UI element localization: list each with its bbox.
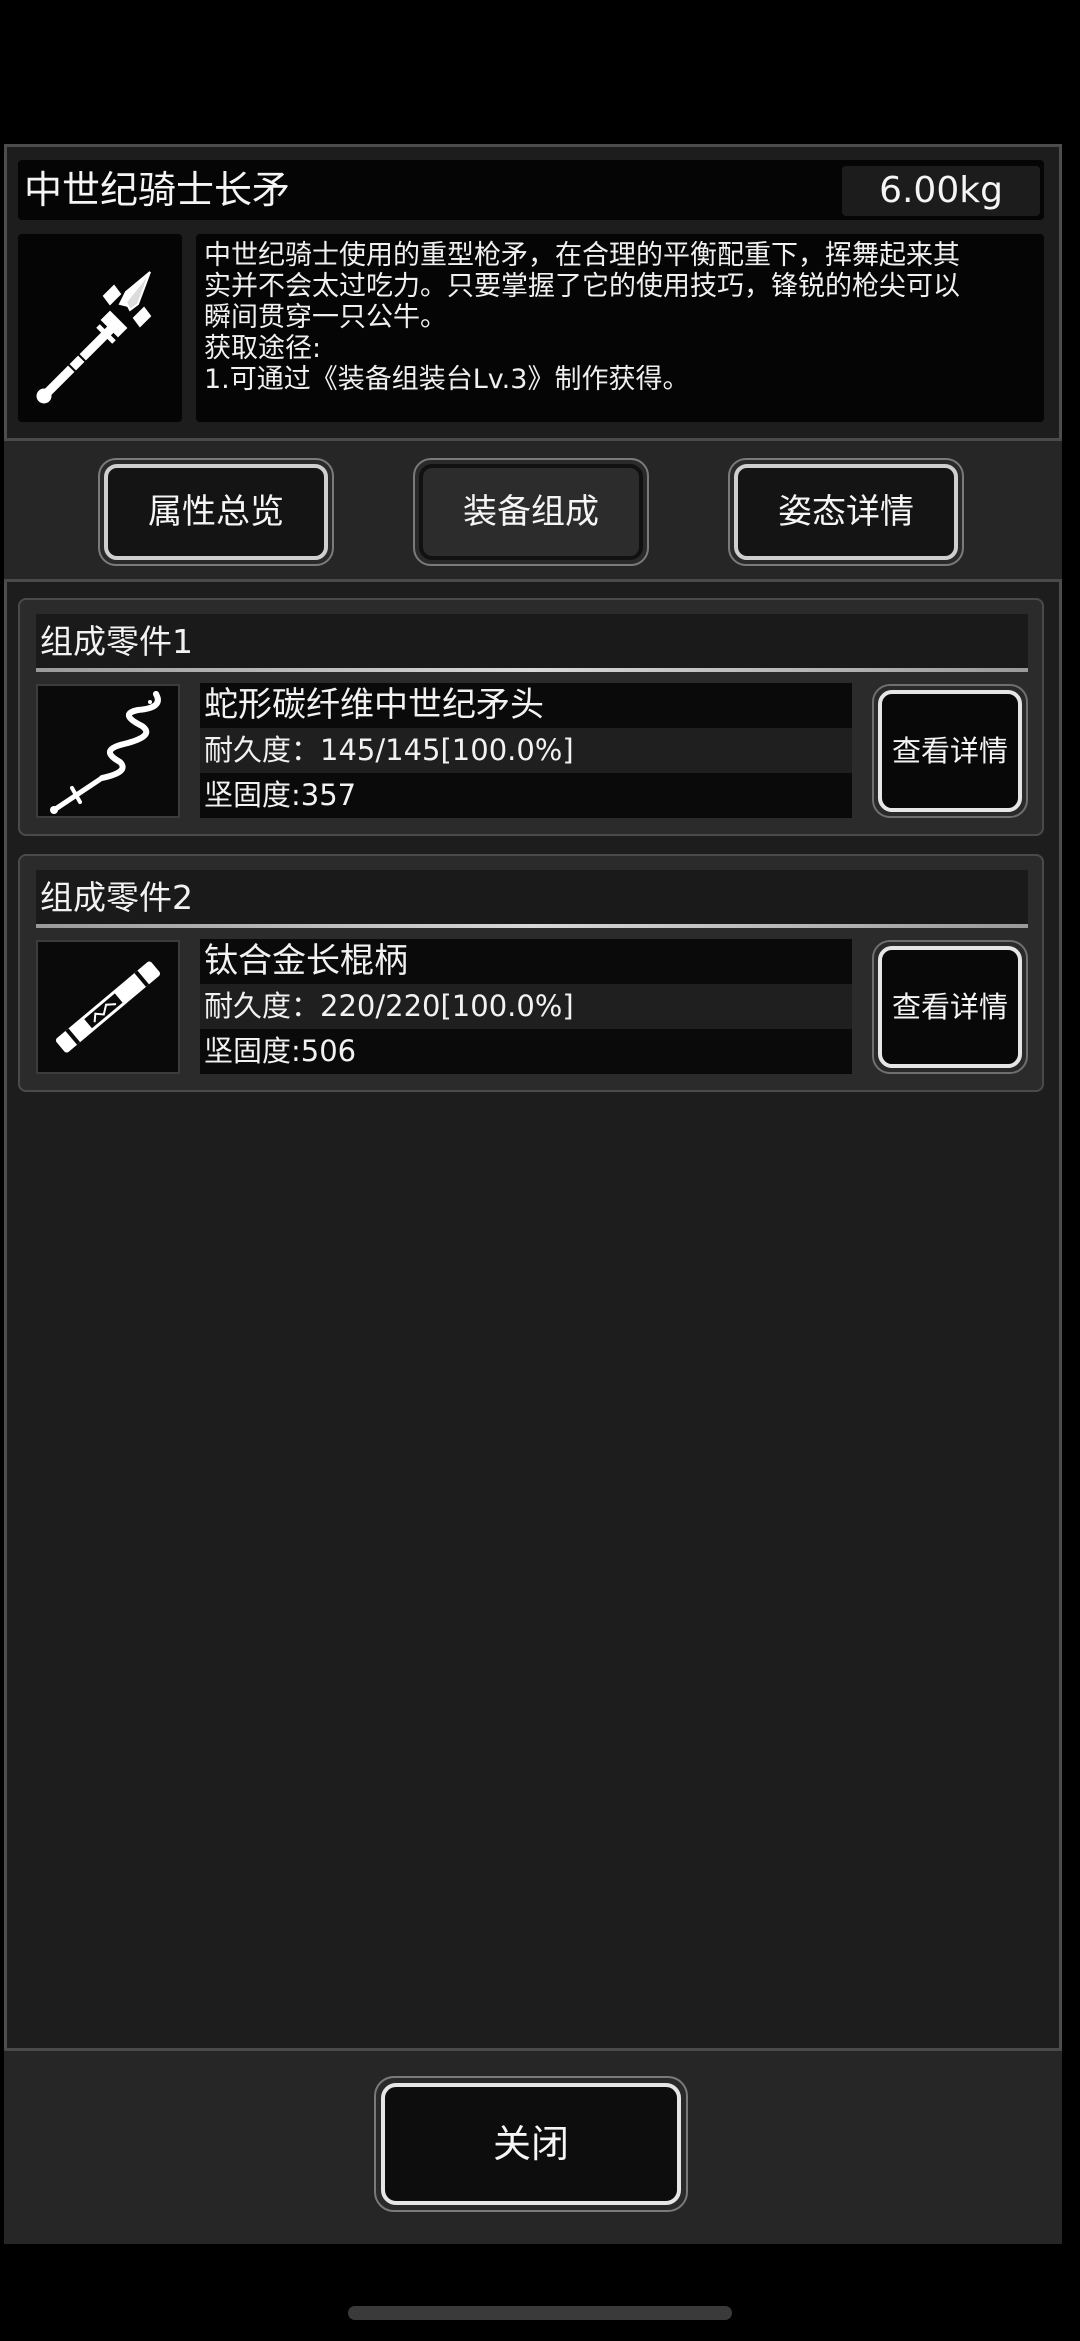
part-name: 钛合金长棍柄 [200, 939, 852, 984]
tab-label: 姿态详情 [734, 464, 958, 560]
tab-attribute-overview[interactable]: 属性总览 [98, 458, 334, 566]
part-header-divider [36, 668, 1028, 672]
serpent-spearhead-icon [50, 691, 161, 814]
spear-icon [36, 271, 152, 404]
part-header-label: 组成零件1 [40, 622, 193, 661]
tab-equipment-composition[interactable]: 装备组成 [413, 458, 649, 566]
item-description: 中世纪骑士使用的重型枪矛，在合理的平衡配重下，挥舞起来其 实并不会太过吃力。只要… [196, 234, 1044, 422]
part-icon-frame [36, 684, 180, 818]
part-icon-frame [36, 940, 180, 1074]
tab-label: 装备组成 [419, 464, 643, 560]
view-details-button[interactable]: 查看详情 [872, 684, 1028, 818]
part-durability: 耐久度：145/145[100.0%] [200, 728, 852, 773]
part-header: 组成零件2 [36, 870, 1028, 926]
item-weight: 6.00kg [842, 166, 1040, 216]
part-info: 钛合金长棍柄 耐久度：220/220[100.0%] 坚固度:506 [200, 939, 852, 1075]
part-header: 组成零件1 [36, 614, 1028, 670]
view-details-label: 查看详情 [878, 946, 1022, 1068]
view-details-label: 查看详情 [878, 690, 1022, 812]
description-line: 中世纪骑士使用的重型枪矛，在合理的平衡配重下，挥舞起来其 [204, 240, 960, 271]
description-line: 获取途径: [204, 333, 322, 364]
tab-stance-details[interactable]: 姿态详情 [728, 458, 964, 566]
home-indicator[interactable] [348, 2306, 732, 2320]
item-icon-frame [18, 234, 182, 422]
part-durability: 耐久度：220/220[100.0%] [200, 984, 852, 1029]
description-line: 瞬间贯穿一只公牛。 [204, 302, 447, 333]
close-button[interactable]: 关闭 [374, 2076, 688, 2212]
part-info: 蛇形碳纤维中世纪矛头 耐久度：145/145[100.0%] 坚固度:357 [200, 683, 852, 819]
part-name: 蛇形碳纤维中世纪矛头 [200, 683, 852, 728]
part-hardness: 坚固度:506 [200, 1029, 852, 1074]
part-header-label: 组成零件2 [40, 878, 193, 917]
tab-label: 属性总览 [104, 464, 328, 560]
item-name: 中世纪骑士长矛 [24, 168, 291, 212]
part-header-divider [36, 924, 1028, 928]
description-line: 1.可通过《装备组装台Lv.3》制作获得。 [204, 364, 690, 395]
staff-handle-icon [55, 961, 161, 1053]
description-line: 实并不会太过吃力。只要掌握了它的使用技巧，锋锐的枪尖可以 [204, 271, 960, 302]
view-details-button[interactable]: 查看详情 [872, 940, 1028, 1074]
part-hardness: 坚固度:357 [200, 773, 852, 818]
close-button-label: 关闭 [381, 2083, 681, 2205]
